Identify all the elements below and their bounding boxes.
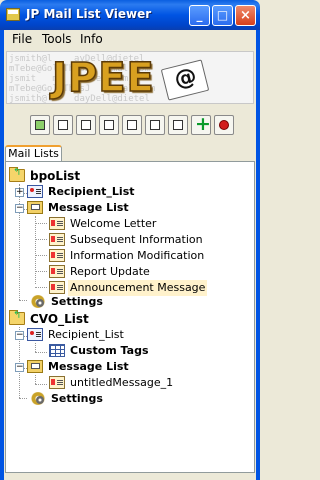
menu-info[interactable]: Info xyxy=(80,32,103,46)
tab-mail-lists[interactable]: Mail Lists xyxy=(5,145,62,162)
logo-banner: jsmith@l ayDell@dietel mTebe@GolfThisJ a… xyxy=(6,51,254,104)
letter-icon xyxy=(49,233,65,246)
tree-node-label: Report Update xyxy=(70,265,150,278)
tree-node-label: CVO_List xyxy=(30,312,89,326)
tree-line xyxy=(35,239,47,240)
validate-button[interactable] xyxy=(30,115,50,135)
collapse-icon[interactable]: − xyxy=(15,331,24,340)
menu-file[interactable]: File xyxy=(12,32,32,46)
tree-line xyxy=(35,352,47,353)
recipient-card-icon xyxy=(27,328,43,341)
collapse-icon[interactable]: − xyxy=(15,363,24,372)
tree-node-label: Settings xyxy=(51,295,103,308)
letter-icon xyxy=(49,281,65,294)
add-button[interactable] xyxy=(191,113,211,135)
envelope-icon: @ xyxy=(160,59,210,101)
logo-text: JPEE xyxy=(51,54,155,102)
expand-icon[interactable]: + xyxy=(15,188,24,197)
root-folder-icon xyxy=(9,310,25,325)
tree-node-label: Settings xyxy=(51,392,103,405)
tree-node-label: untitledMessage_1 xyxy=(70,376,174,389)
gear-icon xyxy=(30,295,46,308)
tree-line xyxy=(19,184,20,300)
open-button[interactable] xyxy=(99,115,119,135)
window-title: JP Mail List Viewer xyxy=(26,7,152,21)
tree-line xyxy=(19,398,27,399)
message-folder-icon xyxy=(27,201,43,214)
minimize-button[interactable]: _ xyxy=(189,5,210,26)
tree-node-label: Information Modification xyxy=(70,249,205,262)
close-button[interactable]: × xyxy=(235,5,256,26)
tree-node-label: bpoList xyxy=(30,169,81,183)
maximize-button[interactable]: □ xyxy=(212,5,233,26)
copy-button[interactable] xyxy=(122,115,142,135)
app-icon xyxy=(6,8,20,21)
letter-icon xyxy=(49,265,65,278)
tree-line xyxy=(35,375,36,384)
save-button[interactable] xyxy=(168,115,188,135)
message-folder-icon xyxy=(27,360,43,373)
tree-line xyxy=(19,300,27,301)
menu-tools[interactable]: Tools xyxy=(42,32,72,46)
tree-node-label: Message List xyxy=(48,201,129,214)
tree-line xyxy=(35,255,47,256)
letter-icon xyxy=(49,376,65,389)
tree-line xyxy=(35,223,47,224)
tree-node-label: Recipient_List xyxy=(48,328,124,341)
toolbar xyxy=(0,110,260,140)
properties-button[interactable] xyxy=(53,115,73,135)
delete-button[interactable] xyxy=(145,115,165,135)
tree-line xyxy=(35,271,47,272)
logo-at-symbol: @ xyxy=(171,63,200,94)
root-folder-icon xyxy=(9,167,25,182)
letter-icon xyxy=(49,217,65,230)
tree-line xyxy=(35,216,36,284)
new-list-button[interactable] xyxy=(76,115,96,135)
tree-line xyxy=(35,343,36,352)
tree-node-label: Subsequent Information xyxy=(70,233,203,246)
tree-node-label: Message List xyxy=(48,360,129,373)
tree-line xyxy=(35,384,47,385)
gear-icon xyxy=(30,392,46,405)
menu-bar: File Tools Info xyxy=(0,30,260,48)
title-bar[interactable]: JP Mail List Viewer _ □ × xyxy=(0,0,260,30)
tree-node-label: Custom Tags xyxy=(70,344,149,357)
table-icon xyxy=(49,344,65,357)
mail-list-tree[interactable]: bpoList + Recipient_List − Message List … xyxy=(5,161,255,473)
recipient-card-icon xyxy=(27,185,43,198)
tree-line xyxy=(35,287,47,288)
letter-icon xyxy=(49,249,65,262)
collapse-icon[interactable]: − xyxy=(15,204,24,213)
tree-node-label: Welcome Letter xyxy=(70,217,157,230)
tree-node-label: Recipient_List xyxy=(48,185,135,198)
stop-button[interactable] xyxy=(214,115,234,135)
